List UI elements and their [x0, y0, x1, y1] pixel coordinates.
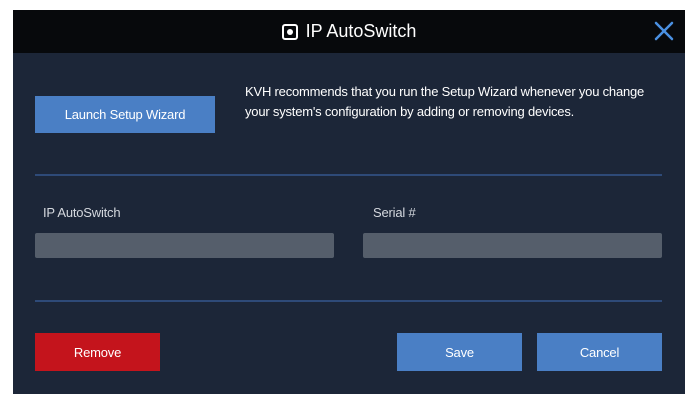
- close-button[interactable]: [653, 20, 675, 42]
- ip-autoswitch-icon: [281, 23, 298, 40]
- wizard-description: KVH recommends that you run the Setup Wi…: [245, 84, 645, 119]
- ip-autoswitch-input[interactable]: [35, 233, 334, 258]
- serial-number-input[interactable]: [363, 233, 662, 258]
- divider-top: [35, 174, 662, 176]
- serial-number-label: Serial #: [373, 205, 416, 220]
- launch-setup-wizard-button[interactable]: Launch Setup Wizard: [35, 96, 215, 133]
- ip-autoswitch-dialog: IP AutoSwitch Launch Setup Wizard KVH re…: [13, 10, 685, 394]
- save-button[interactable]: Save: [397, 333, 522, 371]
- remove-button[interactable]: Remove: [35, 333, 160, 371]
- title-bar: IP AutoSwitch: [13, 10, 685, 53]
- divider-bottom: [35, 300, 662, 302]
- cancel-button[interactable]: Cancel: [537, 333, 662, 371]
- ip-autoswitch-icon-dot: [286, 28, 293, 35]
- close-icon: [654, 21, 674, 41]
- title-group: IP AutoSwitch: [13, 10, 685, 53]
- ip-autoswitch-label: IP AutoSwitch: [43, 205, 121, 220]
- dialog-title: IP AutoSwitch: [305, 21, 417, 41]
